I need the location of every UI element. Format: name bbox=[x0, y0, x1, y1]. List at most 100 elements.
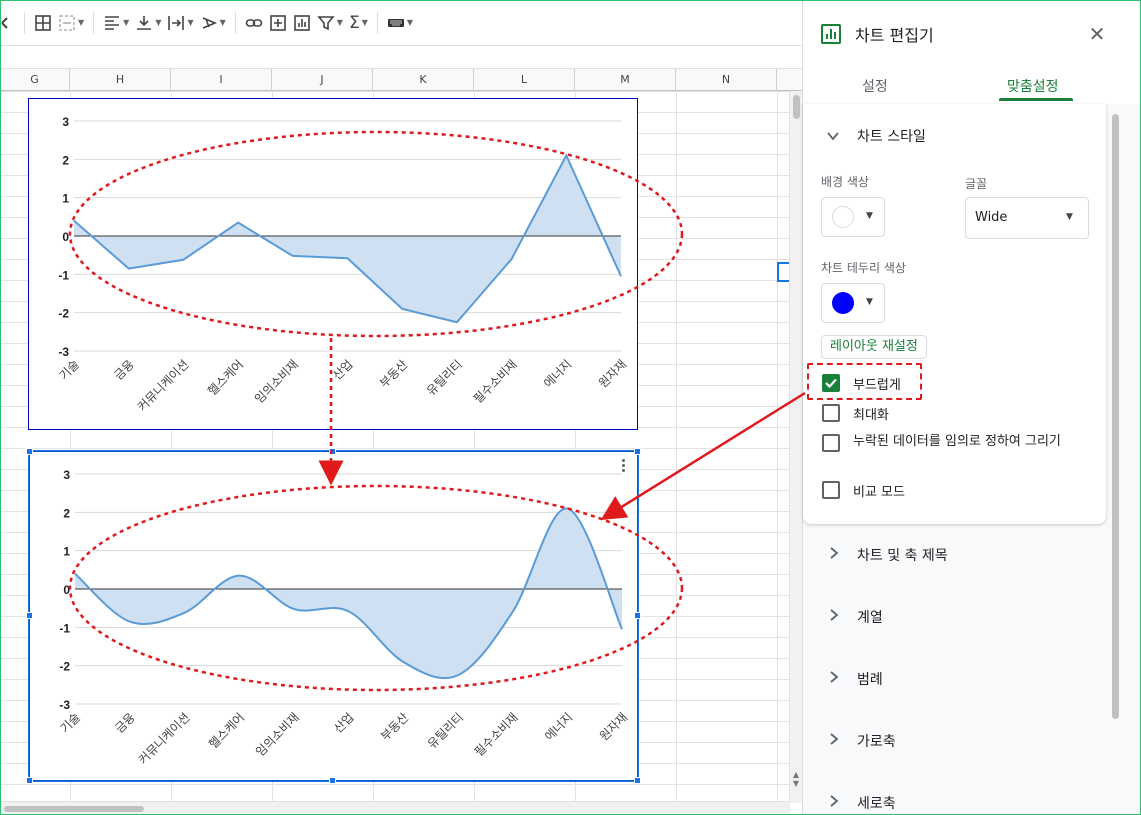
bg-color-label: 배경 색상 bbox=[821, 175, 869, 189]
x-tick-label: 원자재 bbox=[596, 357, 629, 390]
chart-menu-icon[interactable] bbox=[618, 457, 628, 477]
data-point[interactable] bbox=[618, 273, 624, 279]
resize-handle[interactable] bbox=[634, 448, 641, 455]
scrollbar-thumb[interactable] bbox=[793, 95, 800, 119]
section-chart-style[interactable]: 차트 스타일 bbox=[857, 126, 926, 146]
data-point[interactable] bbox=[455, 672, 461, 678]
data-point[interactable] bbox=[180, 257, 186, 263]
horizontal-scrollbar[interactable] bbox=[0, 801, 790, 815]
align-vertical-icon[interactable]: ▼ bbox=[132, 9, 164, 37]
data-point[interactable] bbox=[72, 571, 78, 577]
series-area[interactable] bbox=[75, 508, 622, 679]
y-tick-label: -1 bbox=[59, 621, 70, 635]
tab-setup[interactable]: 설정 bbox=[862, 76, 888, 96]
data-point[interactable] bbox=[236, 573, 242, 579]
data-point[interactable] bbox=[399, 306, 405, 312]
bg-color-button[interactable]: ▼ bbox=[821, 197, 885, 237]
reset-layout-button[interactable]: 레이아웃 재설정 bbox=[821, 335, 927, 359]
comment-icon[interactable] bbox=[266, 9, 290, 37]
chevron-right-icon[interactable] bbox=[828, 547, 840, 559]
data-point[interactable] bbox=[619, 626, 625, 632]
toolbar: ▼ ▼ ▼ ▼ ▼ ▼ Σ ▼ ▼ bbox=[0, 0, 802, 46]
scroll-arrows[interactable]: ▲ ▼ bbox=[790, 770, 802, 802]
table-icon[interactable] bbox=[31, 9, 55, 37]
section-chart-axis-titles[interactable]: 차트 및 축 제목 bbox=[857, 545, 948, 565]
section-vertical-axis[interactable]: 세로축 bbox=[857, 793, 896, 813]
data-point[interactable] bbox=[510, 609, 516, 615]
chevron-right-icon[interactable] bbox=[828, 795, 840, 807]
chart-icon[interactable] bbox=[290, 9, 314, 37]
column-header-n[interactable]: N bbox=[676, 69, 777, 91]
keyboard-icon[interactable]: ▼ bbox=[384, 9, 416, 37]
maximize-label[interactable]: 최대화 bbox=[853, 404, 889, 423]
data-point[interactable] bbox=[126, 266, 132, 272]
data-point[interactable] bbox=[564, 506, 570, 512]
chevron-down-icon[interactable] bbox=[827, 130, 839, 142]
maximize-checkbox[interactable] bbox=[822, 404, 840, 422]
tab-customize[interactable]: 맞춤설정 bbox=[1007, 76, 1059, 96]
data-point[interactable] bbox=[127, 619, 133, 625]
column-header-k[interactable]: K bbox=[373, 69, 474, 91]
chevron-right-icon[interactable] bbox=[828, 733, 840, 745]
column-header-m[interactable]: M bbox=[575, 69, 676, 91]
function-icon[interactable]: Σ ▼ bbox=[346, 9, 371, 37]
y-tick-label: -2 bbox=[59, 660, 70, 674]
column-header-j[interactable]: J bbox=[272, 69, 373, 91]
chart-svg: 3 2 1 0 -1 -2 -3기술 금융커뮤니케이션 헬스케어 임의소비재 산업 부동산 유틸리티 필수… bbox=[58, 468, 631, 767]
resize-handle[interactable] bbox=[634, 777, 641, 784]
data-point[interactable] bbox=[345, 255, 351, 261]
font-select[interactable]: Wide ▼ bbox=[965, 197, 1089, 239]
section-legend[interactable]: 범례 bbox=[857, 669, 883, 689]
series-area[interactable] bbox=[74, 155, 621, 323]
text-wrap-icon[interactable]: ▼ bbox=[164, 9, 196, 37]
x-tick-label: 원자재 bbox=[597, 710, 630, 743]
scrollbar-thumb[interactable] bbox=[4, 806, 144, 812]
panel-scrollbar[interactable] bbox=[1109, 104, 1123, 814]
chart-original[interactable]: 3 2 1 0 -1 -2 -3 기술 금융 커뮤니케이션 헬스케어 임의소비재 산업 부동산 유틸리티 필수… bbox=[28, 98, 638, 430]
scrollbar-thumb[interactable] bbox=[1112, 114, 1119, 719]
data-point[interactable] bbox=[400, 659, 406, 665]
x-tick-label: 에너지 bbox=[542, 710, 575, 743]
close-icon[interactable]: ✕ bbox=[1087, 22, 1107, 46]
column-header-l[interactable]: L bbox=[474, 69, 575, 91]
data-point[interactable] bbox=[454, 319, 460, 325]
resize-handle[interactable] bbox=[634, 612, 641, 619]
chart-smoothed[interactable]: 3 2 1 0 -1 -2 -3 기술 금융 커뮤니케이션 헬스케어 임의소비재 산업 부동산 유틸리티 필수… bbox=[28, 450, 639, 782]
section-horizontal-axis[interactable]: 가로축 bbox=[857, 731, 896, 751]
compare-mode-label[interactable]: 비교 모드 bbox=[853, 481, 905, 500]
data-point[interactable] bbox=[346, 608, 352, 614]
data-point[interactable] bbox=[563, 153, 569, 159]
column-header-i[interactable]: I bbox=[171, 69, 272, 91]
chevron-right-icon[interactable] bbox=[828, 609, 840, 621]
border-color-button[interactable]: ▼ bbox=[821, 283, 885, 323]
resize-handle[interactable] bbox=[26, 612, 33, 619]
resize-handle[interactable] bbox=[26, 448, 33, 455]
data-point[interactable] bbox=[71, 218, 77, 224]
panel-header: 차트 편집기 ✕ 설정 맞춤설정 bbox=[803, 0, 1141, 104]
y-tick-label: 2 bbox=[62, 153, 69, 167]
resize-handle[interactable] bbox=[26, 777, 33, 784]
column-header-h[interactable]: H bbox=[70, 69, 171, 91]
compare-mode-checkbox[interactable] bbox=[822, 481, 840, 499]
plot-null-label[interactable]: 누락된 데이터를 임의로 정하여 그리기 bbox=[853, 434, 1088, 450]
data-point[interactable] bbox=[509, 256, 515, 262]
text-rotate-icon[interactable]: ▼ bbox=[197, 9, 229, 37]
resize-handle[interactable] bbox=[329, 777, 336, 784]
link-icon[interactable] bbox=[242, 9, 266, 37]
data-point[interactable] bbox=[181, 610, 187, 616]
y-tick-label: 0 bbox=[62, 230, 69, 244]
align-horizontal-icon[interactable]: ▼ bbox=[100, 9, 132, 37]
chevron-right-icon[interactable] bbox=[828, 671, 840, 683]
section-series[interactable]: 계열 bbox=[857, 607, 883, 627]
data-point[interactable] bbox=[235, 220, 241, 226]
data-point[interactable] bbox=[291, 606, 297, 612]
plot-null-checkbox[interactable] bbox=[822, 434, 840, 452]
filter-icon[interactable]: ▼ bbox=[314, 9, 346, 37]
chevron-down-icon: ▼ bbox=[406, 18, 413, 27]
merge-cells-icon[interactable]: ▼ bbox=[55, 9, 87, 37]
column-header-g[interactable]: G bbox=[0, 69, 70, 91]
vertical-scrollbar[interactable] bbox=[789, 91, 802, 803]
data-point[interactable] bbox=[290, 253, 296, 259]
move-icon[interactable] bbox=[0, 9, 18, 37]
resize-handle[interactable] bbox=[329, 448, 336, 455]
